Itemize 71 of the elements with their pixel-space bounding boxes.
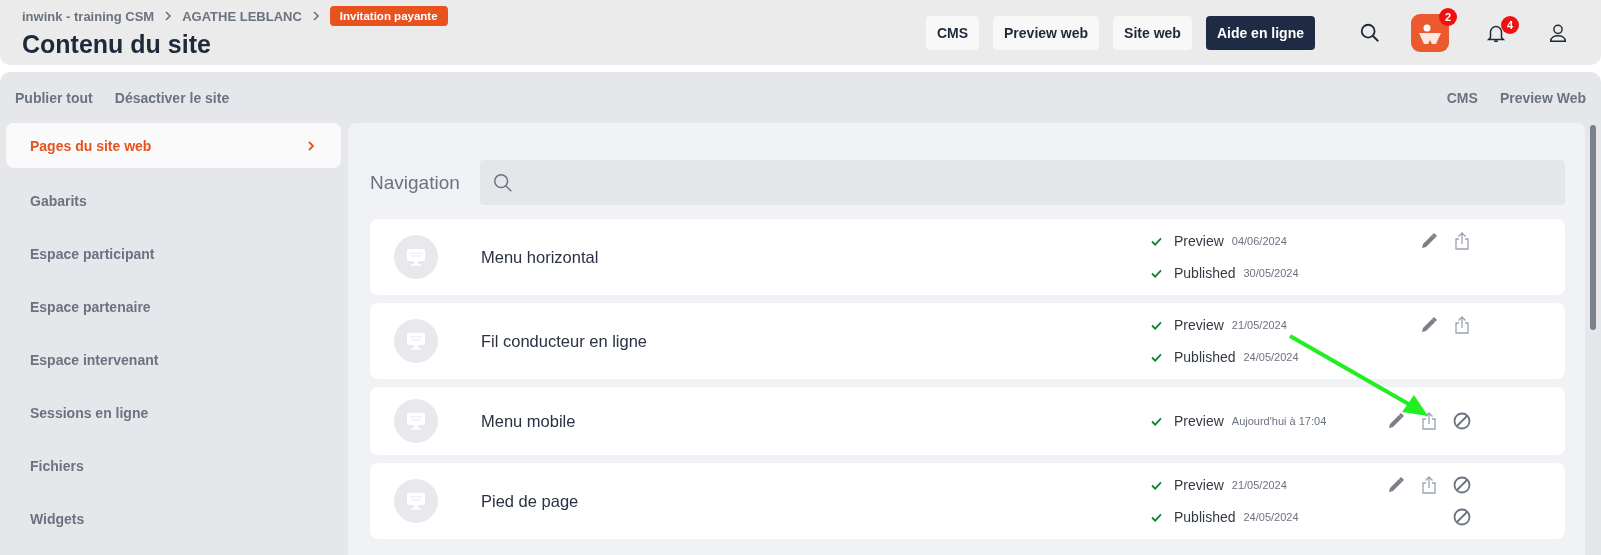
status-label: Published xyxy=(1174,265,1236,281)
status-label: Preview xyxy=(1174,413,1224,429)
status-label: Preview xyxy=(1174,477,1224,493)
scrollbar-thumb[interactable] xyxy=(1590,125,1596,330)
app-logo-icon[interactable] xyxy=(1411,13,1449,52)
toolbar-link[interactable]: Désactiver le site xyxy=(114,89,230,106)
search-icon xyxy=(491,171,514,194)
share-icon[interactable] xyxy=(1452,315,1472,335)
check-icon xyxy=(1151,480,1162,490)
page-card[interactable]: Fil conducteur en ligne Preview 21/05/2024 Published 24/05/2024 xyxy=(370,303,1565,379)
disable-icon[interactable] xyxy=(1452,507,1472,527)
status-date: 21/05/2024 xyxy=(1231,479,1287,491)
sidebar-item[interactable]: Espace partenaire xyxy=(6,280,341,333)
sidebar-item[interactable]: Espace participant xyxy=(6,227,341,280)
sidebar-item[interactable]: Fichiers xyxy=(6,439,341,492)
header-button[interactable]: CMS xyxy=(925,15,980,50)
disable-icon[interactable] xyxy=(1452,411,1472,431)
share-icon[interactable] xyxy=(1452,231,1472,251)
notification-count: 4 xyxy=(1501,15,1519,34)
notification-count: 2 xyxy=(1439,7,1457,26)
status-date: 30/05/2024 xyxy=(1243,267,1299,279)
page-card[interactable]: Menu mobile Preview Aujourd'hui à 17:04 xyxy=(370,387,1565,455)
section-title: Navigation xyxy=(370,171,460,194)
check-icon xyxy=(1151,268,1162,278)
header-button[interactable]: Aide en ligne xyxy=(1205,15,1315,50)
sidebar-item[interactable]: Widgets xyxy=(6,492,341,545)
toolbar-link[interactable]: Preview Web xyxy=(1499,89,1586,106)
disable-icon[interactable] xyxy=(1452,475,1472,495)
pencil-icon[interactable] xyxy=(1386,411,1406,431)
status-date: Aujourd'hui à 17:04 xyxy=(1231,415,1327,427)
status-badge: Invitation payante xyxy=(329,6,448,26)
page-title: Contenu du site xyxy=(22,30,212,59)
page-name[interactable]: Pied de page xyxy=(481,491,1151,511)
check-icon xyxy=(1151,416,1162,426)
page-card[interactable]: Pied de page Preview 21/05/2024 Published 24/05/2024 xyxy=(370,463,1565,539)
search-icon[interactable] xyxy=(1359,21,1381,44)
toolbar-link[interactable]: Publier tout xyxy=(15,89,93,106)
status-label: Published xyxy=(1174,509,1236,525)
chevron-icon xyxy=(164,11,173,21)
chevron-icon xyxy=(311,11,320,21)
share-icon[interactable] xyxy=(1419,411,1439,431)
toolbar-link[interactable]: CMS xyxy=(1446,89,1478,106)
breadcrumb-link[interactable]: inwink - training CSM xyxy=(22,8,155,24)
status-label: Preview xyxy=(1174,233,1224,249)
page-name[interactable]: Menu horizontal xyxy=(481,247,1151,267)
share-icon[interactable] xyxy=(1419,475,1439,495)
chevron-icon xyxy=(307,140,315,151)
pencil-icon[interactable] xyxy=(1419,315,1439,335)
pencil-icon[interactable] xyxy=(1386,475,1406,495)
sidebar-item[interactable]: Espace intervenant xyxy=(6,333,341,386)
header-button[interactable]: Site web xyxy=(1113,15,1192,50)
status-label: Published xyxy=(1174,349,1236,365)
status-date: 24/05/2024 xyxy=(1243,511,1299,523)
sidebar-item[interactable]: Sessions en ligne xyxy=(6,386,341,439)
page-name[interactable]: Fil conducteur en ligne xyxy=(481,331,1151,351)
status-date: 04/06/2024 xyxy=(1231,235,1287,247)
check-icon xyxy=(1151,320,1162,330)
sidebar-item[interactable]: Pages du site web xyxy=(6,123,341,168)
page-name[interactable]: Menu mobile xyxy=(481,411,1151,431)
check-icon xyxy=(1151,352,1162,362)
check-icon xyxy=(1151,236,1162,246)
sidebar-item[interactable]: Gabarits xyxy=(6,174,341,227)
status-date: 24/05/2024 xyxy=(1243,351,1299,363)
search-field[interactable] xyxy=(479,160,1565,205)
status-label: Preview xyxy=(1174,317,1224,333)
page-card[interactable]: Menu horizontal Preview 04/06/2024 Published 30/05/2024 xyxy=(370,219,1565,295)
pencil-icon[interactable] xyxy=(1419,231,1439,251)
header-button[interactable]: Preview web xyxy=(993,15,1100,50)
breadcrumb-link[interactable]: AGATHE LEBLANC xyxy=(182,8,302,24)
status-date: 21/05/2024 xyxy=(1231,319,1287,331)
check-icon xyxy=(1151,512,1162,522)
